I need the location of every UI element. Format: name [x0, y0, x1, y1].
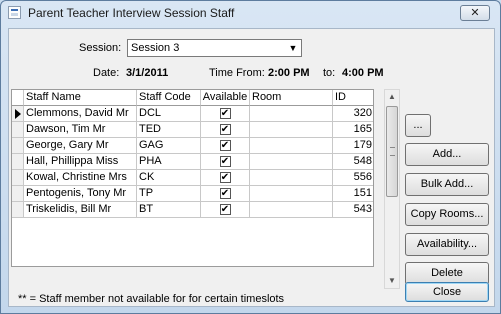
room-cell[interactable]: [250, 186, 333, 202]
row-selector[interactable]: [12, 170, 24, 186]
room-cell[interactable]: [250, 170, 333, 186]
staff-code-cell[interactable]: CK: [137, 170, 201, 186]
row-selector[interactable]: [12, 186, 24, 202]
title-bar[interactable]: Parent Teacher Interview Session Staff ✕: [1, 1, 500, 25]
table-row[interactable]: George, Gary Mr GAG ✔ 179: [12, 138, 373, 154]
available-checkbox[interactable]: ✔: [219, 172, 231, 183]
available-checkbox[interactable]: ✔: [219, 204, 231, 215]
id-cell[interactable]: 556: [333, 170, 373, 186]
room-cell[interactable]: [250, 154, 333, 170]
staff-name-cell[interactable]: Clemmons, David Mr: [24, 106, 137, 122]
staff-code-cell[interactable]: TED: [137, 122, 201, 138]
table-row[interactable]: Dawson, Tim Mr TED ✔ 165: [12, 122, 373, 138]
id-cell[interactable]: 548: [333, 154, 373, 170]
available-checkbox[interactable]: ✔: [219, 140, 231, 151]
scroll-up-arrow-icon[interactable]: ▲: [385, 90, 399, 104]
staff-code-cell[interactable]: PHA: [137, 154, 201, 170]
staff-name-cell[interactable]: Pentogenis, Tony Mr: [24, 186, 137, 202]
session-dropdown[interactable]: Session 3 ▼: [127, 39, 302, 57]
scrollbar-thumb[interactable]: [386, 106, 398, 197]
row-selector[interactable]: [12, 202, 24, 218]
column-header-id[interactable]: ID: [333, 90, 373, 106]
staff-grid[interactable]: Staff Name Staff Code Available Room ID …: [11, 89, 374, 267]
id-cell[interactable]: 320: [333, 106, 373, 122]
staff-name-cell[interactable]: Triskelidis, Bill Mr: [24, 202, 137, 218]
table-row[interactable]: Triskelidis, Bill Mr BT ✔ 543: [12, 202, 373, 218]
time-from-label: Time From:: [209, 67, 265, 79]
time-to-label: to:: [323, 67, 336, 79]
available-checkbox[interactable]: ✔: [219, 188, 231, 199]
grid-vertical-scrollbar[interactable]: ▲ ▼: [384, 89, 400, 289]
id-cell[interactable]: 151: [333, 186, 373, 202]
time-from-value: 2:00 PM: [268, 67, 310, 79]
current-row-pointer-icon: [15, 109, 21, 119]
staff-name-cell[interactable]: Hall, Phillippa Miss: [24, 154, 137, 170]
chevron-down-icon[interactable]: ▼: [285, 40, 301, 56]
staff-name-cell[interactable]: Dawson, Tim Mr: [24, 122, 137, 138]
session-selected-value: Session 3: [131, 42, 180, 54]
column-header-staff-code[interactable]: Staff Code: [137, 90, 201, 106]
room-cell[interactable]: [250, 122, 333, 138]
date-label: Date:: [93, 67, 120, 79]
grid-header-row: Staff Name Staff Code Available Room ID: [12, 90, 373, 106]
ellipsis-button[interactable]: ...: [405, 114, 431, 137]
available-cell[interactable]: ✔: [201, 106, 250, 122]
staff-name-cell[interactable]: Kowal, Christine Mrs: [24, 170, 137, 186]
date-value: 3/1/2011: [126, 67, 169, 79]
staff-code-cell[interactable]: TP: [137, 186, 201, 202]
available-checkbox[interactable]: ✔: [219, 124, 231, 135]
available-cell[interactable]: ✔: [201, 186, 250, 202]
app-icon: [8, 6, 21, 19]
footnote-text: ** = Staff member not available for for …: [18, 293, 285, 305]
dialog-window: Parent Teacher Interview Session Staff ✕…: [0, 0, 501, 314]
room-cell[interactable]: [250, 202, 333, 218]
add-button[interactable]: Add...: [405, 143, 489, 166]
time-to-value: 4:00 PM: [342, 67, 384, 79]
staff-name-cell[interactable]: George, Gary Mr: [24, 138, 137, 154]
row-selector[interactable]: [12, 122, 24, 138]
column-header-available[interactable]: Available: [201, 90, 250, 106]
available-cell[interactable]: ✔: [201, 154, 250, 170]
scroll-down-arrow-icon[interactable]: ▼: [385, 274, 399, 288]
available-checkbox[interactable]: ✔: [219, 108, 231, 119]
staff-code-cell[interactable]: DCL: [137, 106, 201, 122]
row-selector[interactable]: [12, 138, 24, 154]
room-cell[interactable]: [250, 138, 333, 154]
copy-rooms-button[interactable]: Copy Rooms...: [405, 203, 489, 226]
bulk-add-button[interactable]: Bulk Add...: [405, 173, 489, 196]
column-header-room[interactable]: Room: [250, 90, 333, 106]
window-title: Parent Teacher Interview Session Staff: [28, 6, 235, 20]
window-close-button[interactable]: ✕: [460, 5, 490, 21]
id-cell[interactable]: 543: [333, 202, 373, 218]
id-cell[interactable]: 179: [333, 138, 373, 154]
available-cell[interactable]: ✔: [201, 122, 250, 138]
room-cell[interactable]: [250, 106, 333, 122]
close-button[interactable]: Close: [405, 282, 489, 302]
available-cell[interactable]: ✔: [201, 202, 250, 218]
table-row[interactable]: Hall, Phillippa Miss PHA ✔ 548: [12, 154, 373, 170]
id-cell[interactable]: 165: [333, 122, 373, 138]
available-checkbox[interactable]: ✔: [219, 156, 231, 167]
table-row[interactable]: Clemmons, David Mr DCL ✔ 320: [12, 106, 373, 122]
column-header-staff-name[interactable]: Staff Name: [24, 90, 137, 106]
available-cell[interactable]: ✔: [201, 138, 250, 154]
available-cell[interactable]: ✔: [201, 170, 250, 186]
row-selector-header: [12, 90, 24, 106]
row-selector[interactable]: [12, 154, 24, 170]
dialog-body: Session: Session 3 ▼ Date: 3/1/2011 Time…: [8, 28, 495, 307]
availability-button[interactable]: Availability...: [405, 233, 489, 256]
row-selector[interactable]: [12, 106, 24, 122]
staff-code-cell[interactable]: GAG: [137, 138, 201, 154]
table-row[interactable]: Pentogenis, Tony Mr TP ✔ 151: [12, 186, 373, 202]
session-label: Session:: [79, 42, 122, 54]
staff-code-cell[interactable]: BT: [137, 202, 201, 218]
table-row[interactable]: Kowal, Christine Mrs CK ✔ 556: [12, 170, 373, 186]
